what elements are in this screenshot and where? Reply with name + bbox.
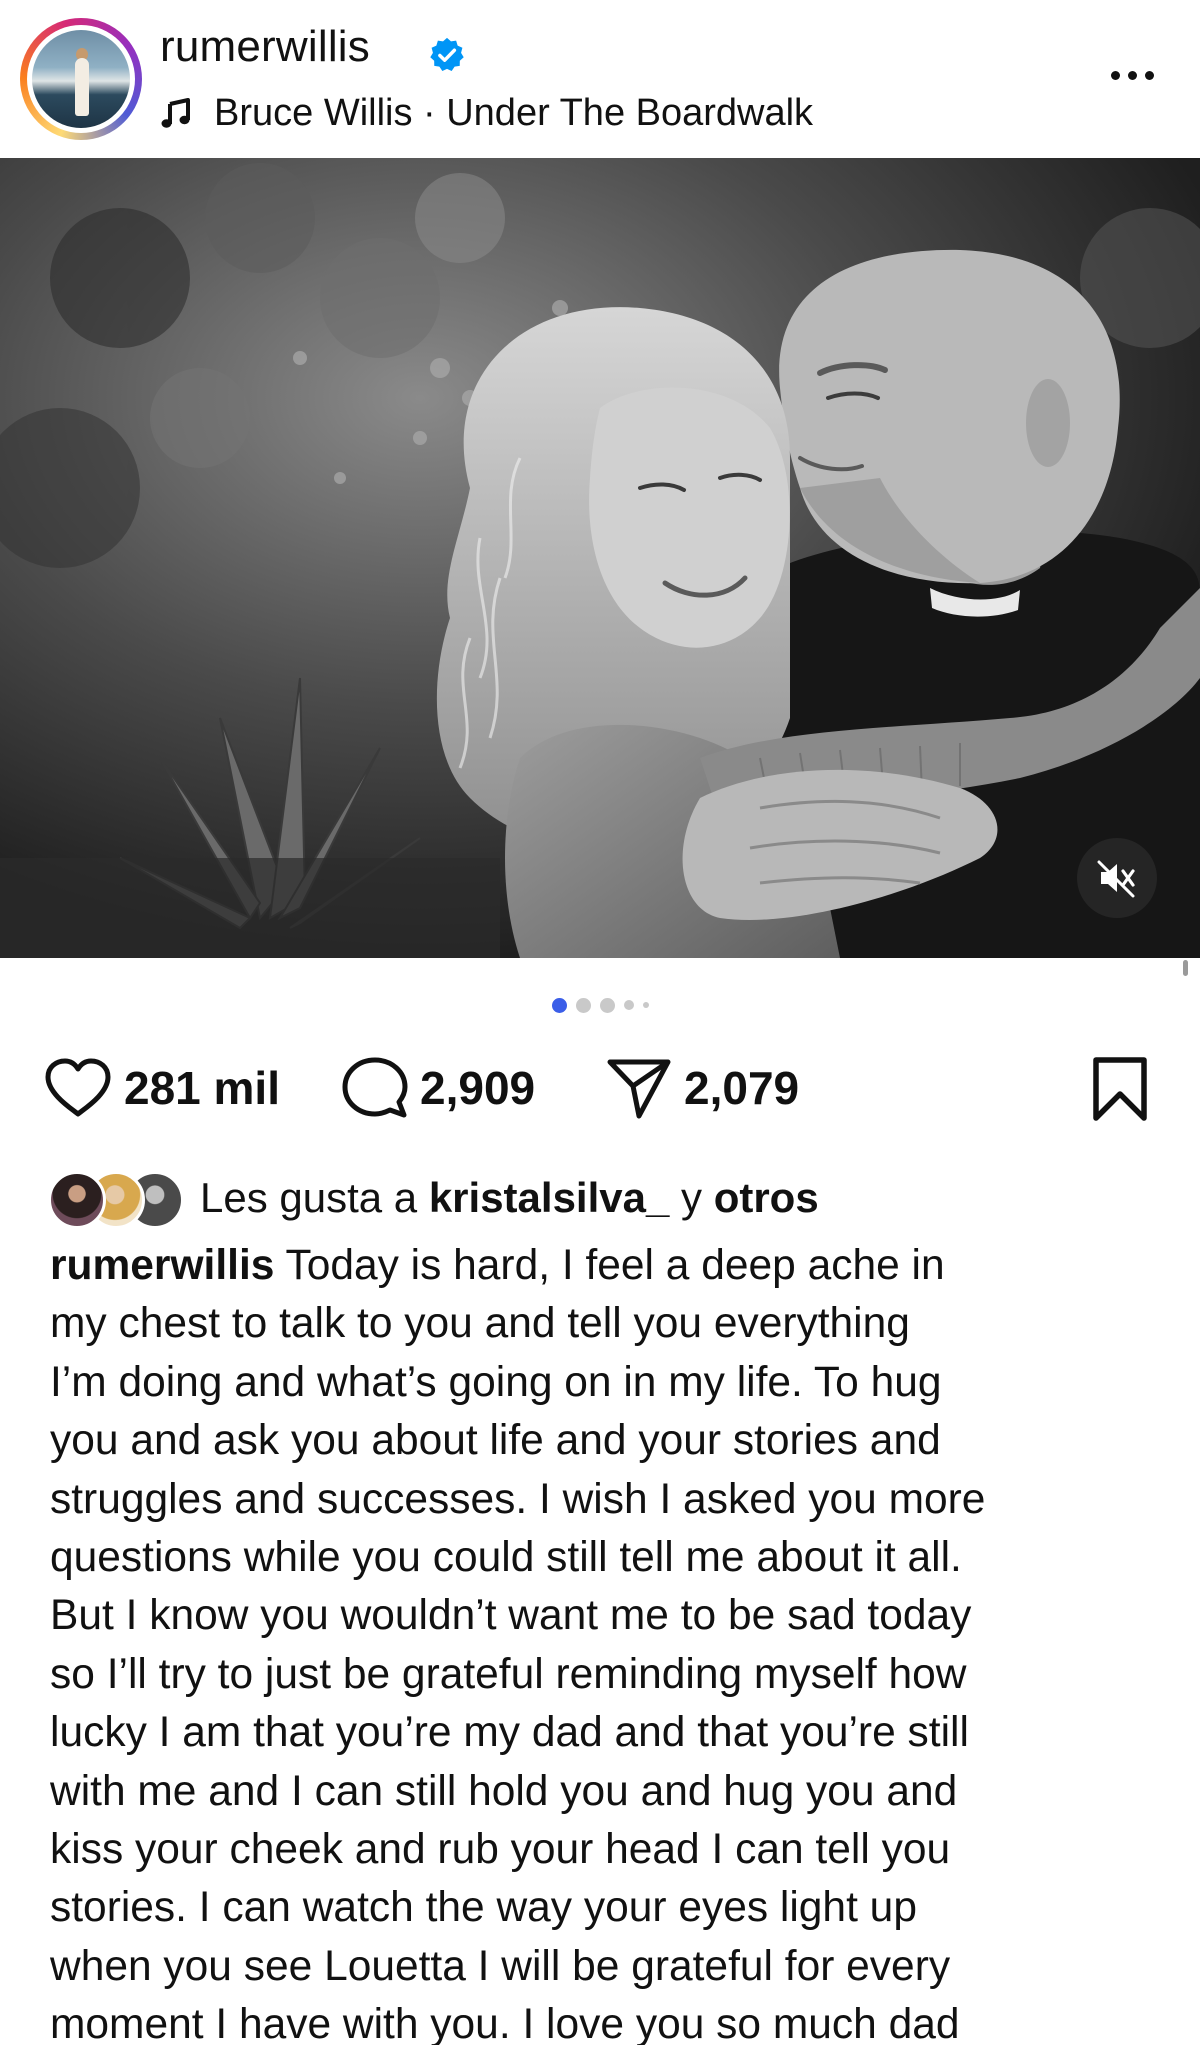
heart-icon[interactable]: [44, 1058, 112, 1118]
bookmark-icon[interactable]: [1088, 1056, 1152, 1122]
carousel-dot: [575, 997, 591, 1013]
liked-by-row[interactable]: Les gusta a kristalsilva_ y otros: [48, 1166, 819, 1230]
carousel-dot: [599, 997, 615, 1013]
comments-count[interactable]: 2,909: [420, 1061, 535, 1115]
carousel-dot-active: [551, 997, 567, 1013]
liked-by-prefix: Les gusta a: [200, 1174, 429, 1221]
verified-badge-icon: [430, 37, 464, 72]
liked-by-connector: y: [669, 1174, 714, 1221]
liked-by-user[interactable]: kristalsilva_: [429, 1174, 670, 1221]
liked-by-avatars: [48, 1169, 190, 1229]
profile-photo: [32, 30, 130, 128]
caption-line: stories. I can watch the way your eyes l…: [50, 1884, 917, 1932]
caption-line: rumerwillis Today is hard, I feel a deep…: [50, 1237, 1160, 1295]
caption-line: moment I have with you. I love you so mu…: [50, 2001, 960, 2045]
post-header: rumerwillis Bruce Willis · Under The Boa…: [0, 0, 1200, 158]
post-caption: rumerwillis Today is hard, I feel a deep…: [50, 1237, 1160, 2045]
caption-line: with me and I can still hold you and hug…: [50, 1767, 958, 1815]
carousel-indicator: [0, 996, 1200, 1014]
action-bar: 281 mil 2,909 2,079: [0, 1050, 1200, 1126]
post-photo[interactable]: [0, 158, 1200, 958]
avatar-figure-dress: [75, 58, 89, 116]
caption-line: my chest to talk to you and tell you eve…: [50, 1300, 910, 1348]
caption-line: kiss your cheek and rub your head I can …: [50, 1825, 951, 1873]
caption-line: struggles and successes. I wish I asked …: [50, 1475, 986, 1523]
username[interactable]: rumerwillis: [160, 22, 370, 72]
photo-illustration: [0, 158, 1200, 958]
avatar: [48, 1171, 106, 1229]
more-dot: [1127, 70, 1137, 80]
caption-line: I’m doing and what’s going on in my life…: [50, 1358, 942, 1406]
avatar[interactable]: [27, 25, 135, 133]
speaker-muted-icon: [1097, 860, 1135, 898]
likes-count[interactable]: 281 mil: [124, 1061, 280, 1115]
shares-count[interactable]: 2,079: [684, 1061, 799, 1115]
caption-line: lucky I am that you’re my dad and that y…: [50, 1709, 969, 1757]
mute-toggle[interactable]: [1077, 838, 1157, 918]
liked-by-others[interactable]: otros: [714, 1174, 819, 1221]
music-attribution[interactable]: Bruce Willis · Under The Boardwalk: [160, 88, 813, 138]
paper-plane-icon[interactable]: [606, 1056, 672, 1120]
like-action[interactable]: 281 mil: [44, 1050, 280, 1126]
liked-by-text: Les gusta a kristalsilva_ y otros: [200, 1174, 819, 1222]
comment-bubble-icon[interactable]: [342, 1055, 408, 1121]
caption-author[interactable]: rumerwillis: [50, 1242, 274, 1289]
caption-line: you and ask you about life and your stor…: [50, 1417, 941, 1465]
carousel-dot: [623, 1000, 634, 1010]
caption-line: questions while you could still tell me …: [50, 1533, 962, 1581]
carousel-dot: [642, 1002, 649, 1008]
music-note-icon: [161, 98, 190, 128]
story-ring[interactable]: [20, 18, 142, 140]
share-action[interactable]: 2,079: [606, 1050, 799, 1126]
scroll-indicator: [1183, 960, 1188, 976]
more-options-icon[interactable]: [1100, 50, 1164, 100]
music-label: Bruce Willis · Under The Boardwalk: [214, 91, 814, 134]
caption-text: Today is hard, I feel a deep ache in: [274, 1242, 945, 1289]
caption-line: when you see Louetta I will be grateful …: [50, 1942, 951, 1990]
comment-action[interactable]: 2,909: [342, 1050, 535, 1126]
more-dot: [1110, 70, 1120, 80]
caption-line: But I know you wouldn’t want me to be sa…: [50, 1592, 972, 1640]
more-dot: [1144, 70, 1154, 80]
caption-line: so I’ll try to just be grateful remindin…: [50, 1650, 967, 1698]
